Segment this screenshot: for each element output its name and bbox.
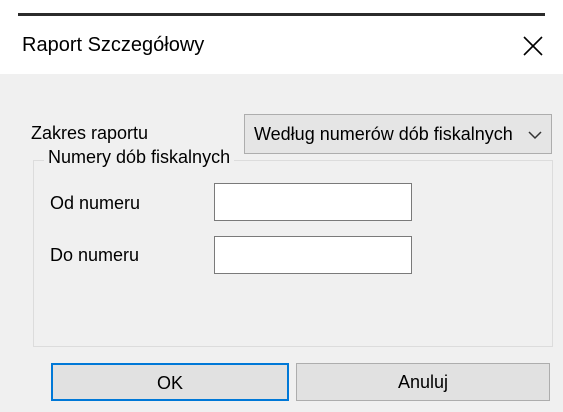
from-number-input[interactable]	[214, 183, 412, 221]
cancel-button[interactable]: Anuluj	[296, 363, 550, 401]
from-number-label: Od numeru	[50, 193, 141, 213]
chevron-down-icon	[528, 131, 542, 140]
to-number-input[interactable]	[214, 236, 412, 274]
close-icon	[523, 36, 543, 56]
report-range-select[interactable]: Według numerów dób fiskalnych	[244, 114, 552, 154]
report-range-selected-value: Według numerów dób fiskalnych	[254, 124, 513, 144]
to-number-label: Do numeru	[50, 245, 140, 265]
dialog-title: Raport Szczegółowy	[22, 34, 205, 56]
title-bar[interactable]: Raport Szczegółowy	[0, 18, 563, 74]
report-range-label: Zakres raportu	[31, 123, 149, 143]
ok-button[interactable]: OK	[51, 363, 289, 401]
close-button[interactable]	[515, 28, 551, 64]
groupbox-legend: Numery dób fiskalnych	[44, 147, 235, 168]
report-dialog: Raport Szczegółowy Zakres raportu Według…	[0, 0, 563, 412]
window-top-edge	[0, 0, 563, 18]
